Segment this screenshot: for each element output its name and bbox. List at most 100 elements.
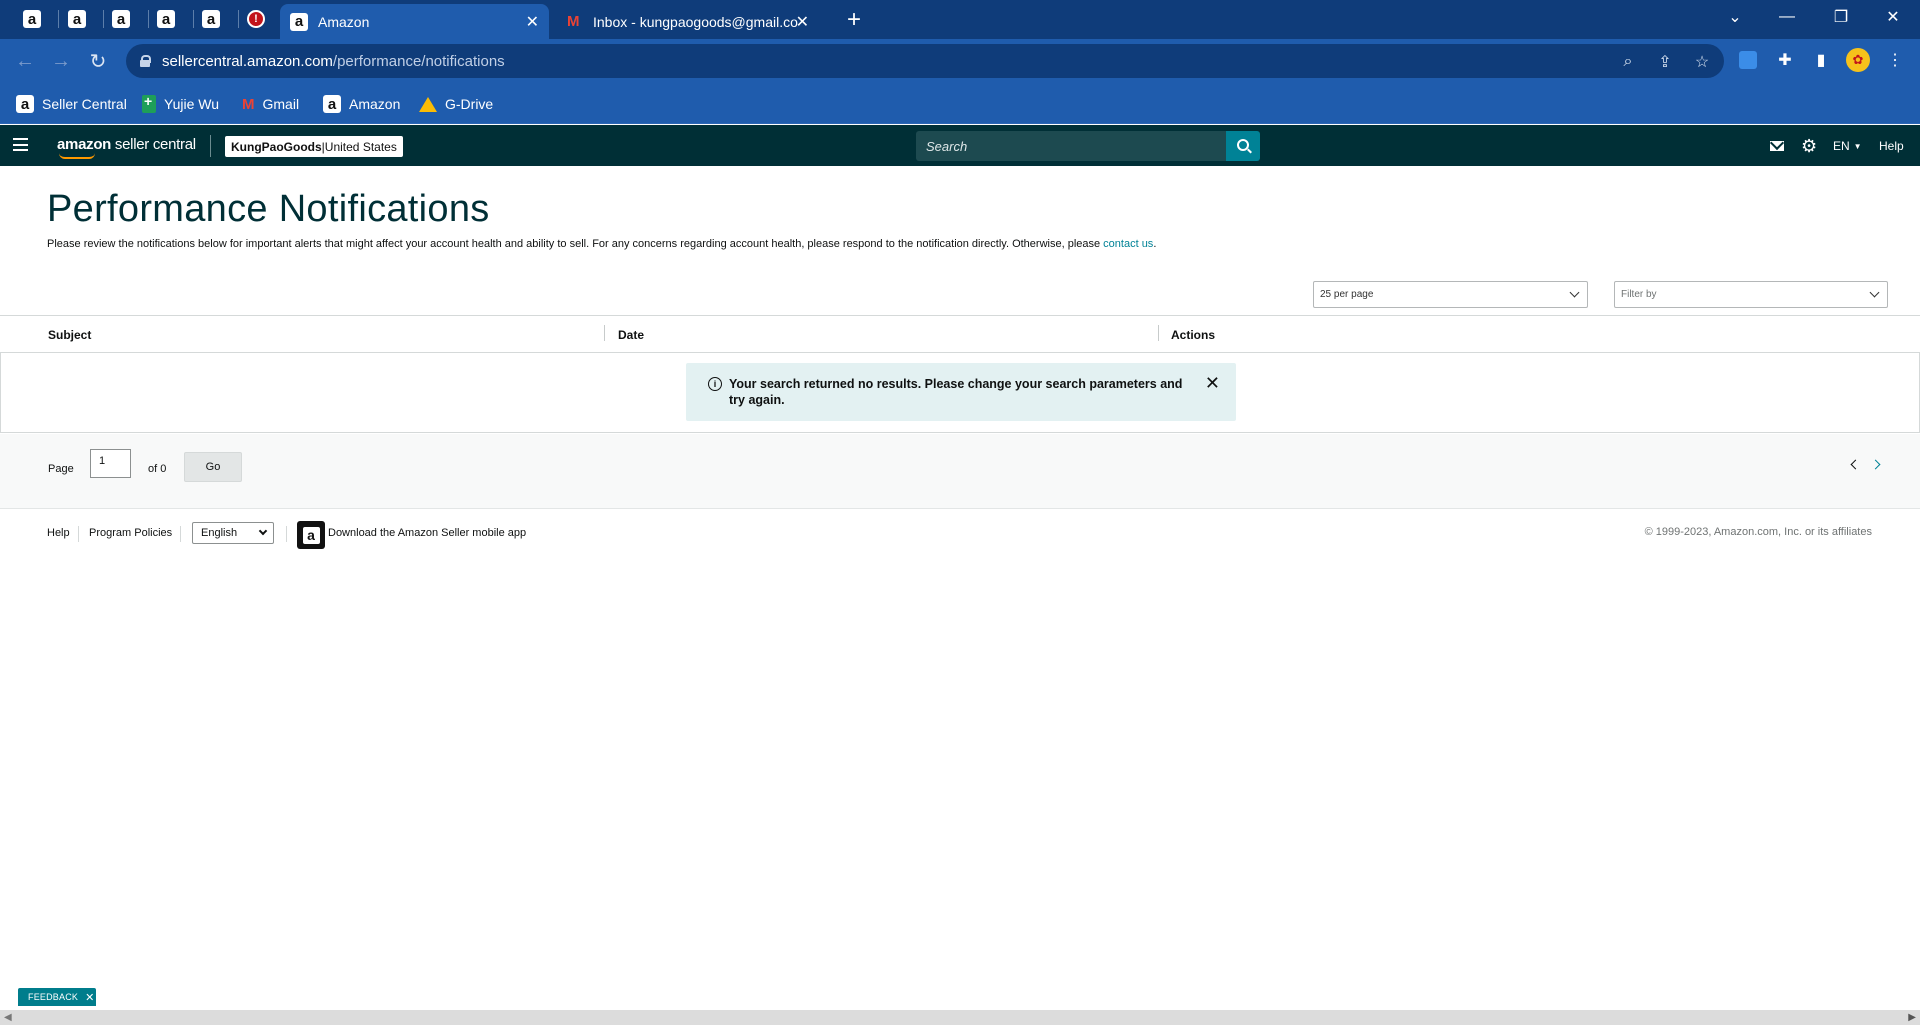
- browser-tab-amazon-1[interactable]: a: [16, 6, 48, 32]
- per-page-select[interactable]: 25 per page: [1313, 281, 1588, 308]
- close-icon[interactable]: ✕: [85, 991, 94, 1004]
- column-subject[interactable]: Subject: [48, 328, 91, 342]
- amazon-favicon-icon: a: [16, 95, 34, 113]
- contact-us-link[interactable]: contact us: [1103, 238, 1153, 250]
- account-switcher[interactable]: KungPaoGoods | United States: [225, 136, 403, 157]
- scroll-right-icon[interactable]: ▶: [1908, 1012, 1916, 1023]
- close-icon[interactable]: ✕: [796, 12, 809, 32]
- browser-tab-amazon-4[interactable]: a: [150, 6, 182, 32]
- tab-search-chevron-icon[interactable]: ⌄: [1712, 0, 1758, 34]
- filter-by-select[interactable]: Filter by: [1614, 281, 1888, 308]
- gmail-icon: [567, 13, 583, 30]
- amazon-favicon-icon: a: [112, 10, 130, 28]
- seller-central-logo[interactable]: amazon seller central: [57, 136, 196, 159]
- horizontal-scrollbar[interactable]: ◀ ▶: [0, 1010, 1920, 1025]
- amazon-seller-app-icon[interactable]: a: [297, 521, 325, 549]
- page-number-input[interactable]: 1: [90, 449, 131, 478]
- amazon-favicon-icon: a: [323, 95, 341, 113]
- footer-divider: [286, 526, 287, 542]
- side-panel-icon[interactable]: ▮: [1808, 47, 1834, 73]
- header-search: Search: [916, 131, 1260, 161]
- settings-gear-icon[interactable]: ⚙: [1801, 136, 1817, 156]
- intro-end: .: [1153, 238, 1157, 250]
- tab-divider: [238, 10, 239, 28]
- chevron-down-icon: [1869, 287, 1880, 298]
- browser-tab-amazon-3[interactable]: a: [105, 6, 137, 32]
- tab-divider: [148, 10, 149, 28]
- back-button[interactable]: ←: [11, 47, 39, 75]
- bookmark-label: Yujie Wu: [164, 96, 219, 112]
- language-value: English: [201, 527, 238, 539]
- bookmark-label: Amazon: [349, 96, 401, 112]
- bookmark-yujie-wu[interactable]: Yujie Wu: [142, 93, 219, 115]
- minimize-button[interactable]: —: [1764, 0, 1810, 34]
- no-results-alert: i Your search returned no results. Pleas…: [686, 363, 1236, 421]
- restore-button[interactable]: ❐: [1818, 0, 1864, 34]
- zoom-icon[interactable]: ⌕: [1617, 51, 1639, 73]
- browser-tab-amazon-2[interactable]: a: [61, 6, 93, 32]
- red-badge-favicon-icon: !: [247, 10, 265, 28]
- program-policies-link[interactable]: Program Policies: [89, 527, 172, 539]
- page-total: of 0: [148, 463, 167, 475]
- column-divider: [1158, 325, 1159, 341]
- sheets-icon: [142, 93, 156, 113]
- bookmark-gmail[interactable]: M Gmail: [242, 93, 299, 115]
- footer-divider: [180, 526, 181, 542]
- bookmark-star-icon[interactable]: ☆: [1691, 51, 1713, 73]
- chevron-left-icon[interactable]: [1850, 459, 1861, 470]
- bookmark-label: G-Drive: [445, 96, 494, 112]
- tab-title: Amazon: [318, 13, 370, 30]
- window-close-button[interactable]: ✕: [1870, 0, 1916, 34]
- header-help-link[interactable]: Help: [1879, 136, 1904, 156]
- browser-tab-amazon-5[interactable]: a: [195, 6, 227, 32]
- amazon-favicon-icon: a: [157, 10, 175, 28]
- per-page-value: 25 per page: [1320, 289, 1374, 300]
- feedback-button[interactable]: FEEDBACK ✕: [18, 988, 96, 1006]
- address-bar[interactable]: sellercentral.amazon.com/performance/not…: [126, 44, 1724, 78]
- tab-divider: [58, 10, 59, 28]
- page-footer: Help Program Policies English a Download…: [0, 518, 1920, 552]
- close-icon[interactable]: ✕: [1205, 373, 1220, 394]
- messages-icon[interactable]: [1770, 136, 1784, 156]
- forward-button[interactable]: →: [47, 47, 75, 75]
- download-app-link[interactable]: Download the Amazon Seller mobile app: [328, 527, 526, 539]
- info-icon: i: [708, 377, 722, 391]
- footer-help-link[interactable]: Help: [47, 527, 70, 539]
- tab-title: Inbox - kungpaogoods@gmail.co: [593, 13, 798, 30]
- extension-link-icon[interactable]: [1735, 47, 1761, 73]
- seller-central-header: amazon seller central KungPaoGoods | Uni…: [0, 125, 1920, 166]
- filter-placeholder: Filter by: [1621, 289, 1657, 300]
- chevron-right-icon[interactable]: [1870, 459, 1881, 470]
- search-input[interactable]: Search: [916, 131, 1226, 161]
- scroll-left-icon[interactable]: ◀: [4, 1012, 12, 1023]
- avatar: ✿: [1846, 48, 1870, 72]
- mail-icon: [1770, 141, 1784, 151]
- bookmark-seller-central[interactable]: a Seller Central: [16, 93, 127, 115]
- profile-avatar[interactable]: ✿: [1845, 47, 1871, 73]
- amazon-favicon-icon: a: [290, 12, 308, 31]
- amazon-smile-icon: [59, 153, 95, 159]
- bookmark-amazon[interactable]: a Amazon: [323, 93, 400, 115]
- bookmark-g-drive[interactable]: G-Drive: [419, 93, 493, 115]
- page-intro: Please review the notifications below fo…: [47, 238, 1156, 250]
- go-button[interactable]: Go: [184, 452, 242, 482]
- notifications-table-header: Subject Date Actions: [0, 315, 1920, 353]
- lock-icon: [140, 55, 151, 67]
- footer-language-select[interactable]: English: [192, 522, 274, 544]
- browser-tab-active[interactable]: a Amazon ✕: [280, 4, 549, 39]
- search-button[interactable]: [1226, 131, 1260, 161]
- reload-button[interactable]: ↻: [84, 47, 112, 75]
- share-icon[interactable]: ⇪: [1654, 51, 1676, 73]
- amazon-favicon-icon: a: [68, 10, 86, 28]
- gmail-icon: M: [242, 95, 255, 113]
- new-tab-button[interactable]: +: [840, 6, 868, 34]
- extensions-puzzle-icon[interactable]: ✚: [1772, 47, 1798, 73]
- browser-tab-red-badge[interactable]: !: [240, 6, 272, 32]
- hamburger-menu-icon[interactable]: [13, 138, 28, 151]
- column-date[interactable]: Date: [618, 328, 644, 342]
- browser-menu-icon[interactable]: ⋮: [1882, 47, 1908, 73]
- language-menu[interactable]: EN ▼: [1833, 136, 1862, 156]
- browser-tab-gmail[interactable]: Inbox - kungpaogoods@gmail.co ✕: [557, 4, 819, 39]
- close-icon[interactable]: ✕: [526, 12, 539, 32]
- bookmark-label: Seller Central: [42, 96, 127, 112]
